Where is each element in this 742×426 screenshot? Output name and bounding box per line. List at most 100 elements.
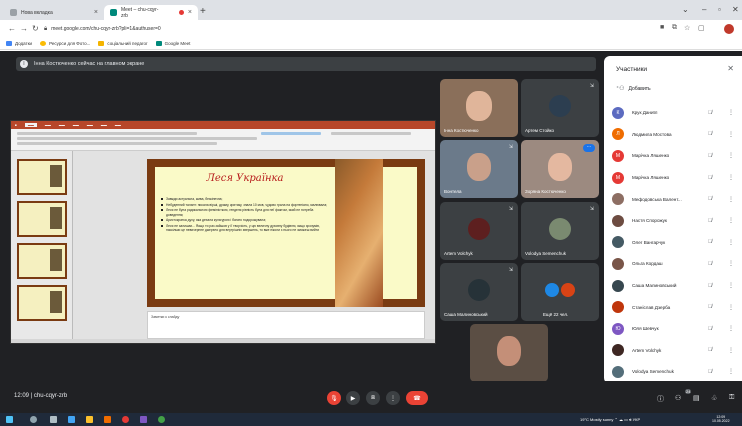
slide-notes[interactable]: Заметки к слайду — [147, 311, 425, 339]
participant-tile[interactable]: Інна Костюченко — [440, 79, 518, 137]
mic-off-icon[interactable]: 🎙̸ — [708, 283, 712, 289]
more-options-icon[interactable]: ⋮ — [728, 239, 734, 246]
more-options-icon[interactable]: ⋮ — [728, 260, 734, 267]
leave-call-button[interactable]: ☎ — [406, 391, 428, 405]
extensions-icon[interactable]: ▢ — [698, 24, 705, 32]
chrome-icon[interactable] — [158, 416, 165, 423]
participant-row[interactable]: Ольга Кордаш 🎙̸ ⋮ — [612, 253, 738, 275]
add-people-button[interactable]: ⁺⚇ Добавить — [616, 85, 651, 93]
star-icon[interactable]: ☆ — [684, 24, 690, 32]
close-icon[interactable]: ✕ — [727, 64, 734, 73]
bookmark-photo[interactable]: Ресурси для Фото... — [40, 41, 90, 46]
forward-icon[interactable]: → — [20, 24, 28, 33]
mic-off-button[interactable]: 🎙︎ — [327, 391, 341, 405]
viber-icon[interactable] — [140, 416, 147, 423]
more-options-icon[interactable]: ⋮ — [728, 131, 734, 138]
more-options-icon[interactable]: ⋮ — [728, 109, 734, 116]
slide-thumbnail[interactable] — [17, 159, 67, 195]
more-options-icon[interactable]: ⋮ — [728, 217, 734, 224]
chevron-down-icon[interactable]: ⌄ — [682, 5, 689, 14]
participant-row[interactable]: М Марічка Ляшенко 🎙̸ ⋮ — [612, 145, 738, 167]
opera-icon[interactable] — [122, 416, 129, 423]
bookmark-apps[interactable]: Додатки — [6, 41, 32, 46]
more-options-icon[interactable]: ⋮ — [728, 196, 734, 203]
participant-row[interactable]: К Крук Даниїл 🎙̸ ⋮ — [612, 102, 738, 124]
participant-row[interactable]: Volodya Semenchuk 🎙̸ ⋮ — [612, 361, 738, 383]
participant-row[interactable]: Artem Volchyk 🎙̸ ⋮ — [612, 340, 738, 362]
mic-off-icon[interactable]: 🎙̸ — [708, 175, 712, 181]
more-options-icon[interactable]: ⋮ — [728, 282, 734, 289]
lock-icon[interactable]: ⚿ — [729, 394, 734, 402]
more-options-icon[interactable]: ⋮ — [728, 325, 734, 332]
participant-row[interactable]: Мефодовська Валент... 🎙̸ ⋮ — [612, 188, 738, 210]
more-options-icon[interactable]: ··· — [583, 144, 595, 152]
participant-tile[interactable]: ⇲ Artem Volchyk — [440, 202, 518, 260]
camera-icon[interactable]: ■ — [660, 24, 664, 31]
address-bar[interactable]: 🔒︎ meet.google.com/chu-cqyr-zrb?pli=1&au… — [44, 23, 604, 35]
clock[interactable]: 12:09 10.05.2022 — [712, 415, 730, 423]
more-options-button[interactable]: ⋮ — [386, 391, 400, 405]
present-button[interactable]: ⧈ — [366, 391, 380, 405]
file-explorer-icon[interactable] — [86, 416, 93, 423]
more-options-icon[interactable]: ⋮ — [728, 347, 734, 354]
more-options-icon[interactable]: ⋮ — [728, 152, 734, 159]
mic-off-icon[interactable]: 🎙̸ — [708, 218, 712, 224]
minimize-icon[interactable]: – — [702, 5, 706, 14]
share-icon[interactable]: ⧉ — [672, 24, 677, 32]
restore-icon[interactable]: ▫ — [718, 5, 721, 14]
task-view-icon[interactable] — [50, 416, 57, 423]
search-icon[interactable] — [30, 416, 37, 423]
mic-off-icon[interactable]: 🎙̸ — [708, 326, 712, 332]
bookmark-meet[interactable]: Google Meet — [155, 41, 190, 46]
more-options-icon[interactable]: ⋮ — [728, 174, 734, 181]
slide-thumbnail[interactable] — [17, 201, 67, 237]
info-icon[interactable]: ⓘ — [657, 394, 664, 404]
shared-screen[interactable]: ■ ▬▬ ▬▬ ▬▬ ▬▬ ▬▬ ▬▬ ▬▬ Леся Українка Завжди акт — [10, 120, 436, 344]
slide-thumbnail[interactable] — [17, 243, 67, 279]
self-view-tile[interactable] — [470, 324, 548, 382]
mic-off-icon[interactable]: 🎙̸ — [708, 347, 712, 353]
tray-weather[interactable]: 19°C Mostly sunny ⌃ ☁ ▭ 🔊︎ УКР — [580, 417, 640, 422]
tab-meet[interactable]: Meet – chu-cqyr-zrb × — [104, 5, 198, 20]
bookmark-social[interactable]: соціальний педагог — [98, 41, 148, 46]
people-icon[interactable]: ⚇ — [675, 394, 681, 402]
more-options-icon[interactable]: ⋮ — [728, 368, 734, 375]
more-participants-tile[interactable]: Ещё 22 чел. — [521, 263, 599, 321]
powerpoint-icon[interactable] — [104, 416, 111, 423]
close-icon[interactable]: × — [94, 9, 98, 16]
start-icon[interactable] — [6, 416, 13, 423]
mic-off-icon[interactable]: 🎙̸ — [708, 196, 712, 202]
close-icon[interactable]: × — [188, 9, 192, 16]
participant-tile[interactable]: ··· Зоряна Костюченко — [521, 140, 599, 198]
participant-row[interactable]: Саша Малиновський 🎙̸ ⋮ — [612, 275, 738, 297]
tab-new-tab[interactable]: Нова вкладка × — [4, 5, 104, 20]
chat-icon[interactable]: ▤ — [693, 394, 700, 402]
mic-off-icon[interactable]: 🎙̸ — [708, 131, 712, 137]
back-icon[interactable]: ← — [8, 24, 16, 33]
participant-row[interactable]: Л Людмила Мостова 🎙̸ ⋮ — [612, 124, 738, 146]
participant-row[interactable]: Олег Вангарчук 🎙̸ ⋮ — [612, 232, 738, 254]
more-options-icon[interactable]: ⋮ — [728, 304, 734, 311]
activities-icon[interactable]: ♧ — [711, 394, 717, 402]
participant-tile[interactable]: ⇲ Артем Стойко — [521, 79, 599, 137]
participant-row[interactable]: М Марічка Ляшенко 🎙̸ ⋮ — [612, 167, 738, 189]
new-tab-icon[interactable]: + — [200, 7, 206, 17]
participant-tile[interactable]: ⇲ Volodya Semenchuk — [521, 202, 599, 260]
participant-tile[interactable]: ⇲ Саша Малиновський — [440, 263, 518, 321]
participant-row[interactable]: Настя Спорожук 🎙̸ ⋮ — [612, 210, 738, 232]
mic-off-icon[interactable]: 🎙̸ — [708, 261, 712, 267]
language-indicator[interactable]: УКР — [633, 417, 641, 422]
edge-icon[interactable] — [68, 416, 75, 423]
participant-tile[interactable]: ⇲ Вонтела — [440, 140, 518, 198]
participant-row[interactable]: Ю Юля Шевчук 🎙̸ ⋮ — [612, 318, 738, 340]
mic-off-icon[interactable]: 🎙̸ — [708, 304, 712, 310]
profile-avatar[interactable] — [724, 24, 734, 34]
mic-off-icon[interactable]: 🎙̸ — [708, 369, 712, 375]
mic-off-icon[interactable]: 🎙̸ — [708, 239, 712, 245]
close-window-icon[interactable]: ✕ — [732, 5, 739, 14]
reload-icon[interactable]: ↻ — [32, 24, 39, 33]
mic-off-icon[interactable]: 🎙̸ — [708, 153, 712, 159]
mic-off-icon[interactable]: 🎙̸ — [708, 110, 712, 116]
participant-row[interactable]: Станіслав Дзерба 🎙̸ ⋮ — [612, 296, 738, 318]
camera-button[interactable]: ▶ — [346, 391, 360, 405]
